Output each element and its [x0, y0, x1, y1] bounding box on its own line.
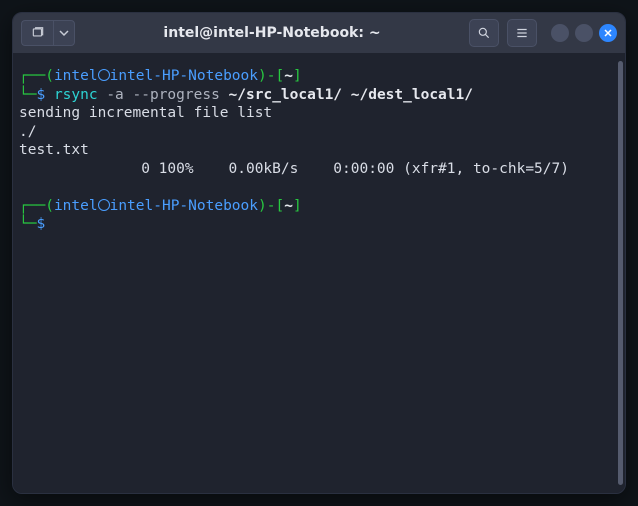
prompt-lparen: ( [45, 68, 54, 84]
kali-icon [98, 199, 110, 211]
prompt-user: intel [54, 68, 98, 84]
prompt-corner2: └─ [19, 87, 36, 103]
prompt2-host: intel-HP-Notebook [110, 198, 258, 214]
window-title: intel@intel-HP-Notebook: ~ [83, 25, 461, 41]
prompt2-cwd: ~ [284, 198, 293, 214]
prompt2-sigil: $ [36, 216, 45, 232]
cmd-flags: -a --progress [98, 87, 220, 103]
titlebar-left [21, 20, 75, 46]
cmd-args: ~/src_local1/ ~/dest_local1/ [220, 87, 473, 103]
out-line-1: sending incremental file list [19, 105, 272, 121]
new-tab-button[interactable] [21, 20, 53, 46]
prompt2-rparen: )-[ [258, 198, 284, 214]
prompt-rbrack: ] [293, 68, 302, 84]
prompt-host: intel-HP-Notebook [110, 68, 258, 84]
terminal-area[interactable]: ┌──(intelintel-HP-Notebook)-[~] └─$ rsyn… [13, 53, 625, 493]
titlebar-right [469, 19, 617, 47]
search-button[interactable] [469, 19, 499, 47]
prompt2-lparen: ( [45, 198, 54, 214]
prompt-rparen: )-[ [258, 68, 284, 84]
prompt2-user: intel [54, 198, 98, 214]
out-line-4: 0 100% 0.00kB/s 0:00:00 (xfr#1, to-chk=5… [19, 161, 569, 177]
prompt2-corner: ┌── [19, 198, 45, 214]
window-controls [551, 24, 617, 42]
minimize-button[interactable] [551, 24, 569, 42]
prompt-corner: ┌── [19, 68, 45, 84]
maximize-button[interactable] [575, 24, 593, 42]
prompt2-rbrack: ] [293, 198, 302, 214]
kali-icon [98, 69, 110, 81]
prompt-cwd: ~ [284, 68, 293, 84]
titlebar: intel@intel-HP-Notebook: ~ [13, 13, 625, 53]
menu-button[interactable] [507, 19, 537, 47]
tab-dropdown-button[interactable] [53, 20, 75, 46]
cmd-bin: rsync [54, 87, 98, 103]
terminal-output[interactable]: ┌──(intelintel-HP-Notebook)-[~] └─$ rsyn… [13, 53, 616, 493]
out-line-2: ./ [19, 124, 36, 140]
prompt-sigil: $ [36, 87, 45, 103]
scrollbar-thumb[interactable] [618, 61, 623, 485]
prompt2-corner2: └─ [19, 216, 36, 232]
out-line-3: test.txt [19, 142, 89, 158]
terminal-window: intel@intel-HP-Notebook: ~ ┌──(intelinte… [12, 12, 626, 494]
scrollbar[interactable] [616, 53, 625, 493]
close-button[interactable] [599, 24, 617, 42]
